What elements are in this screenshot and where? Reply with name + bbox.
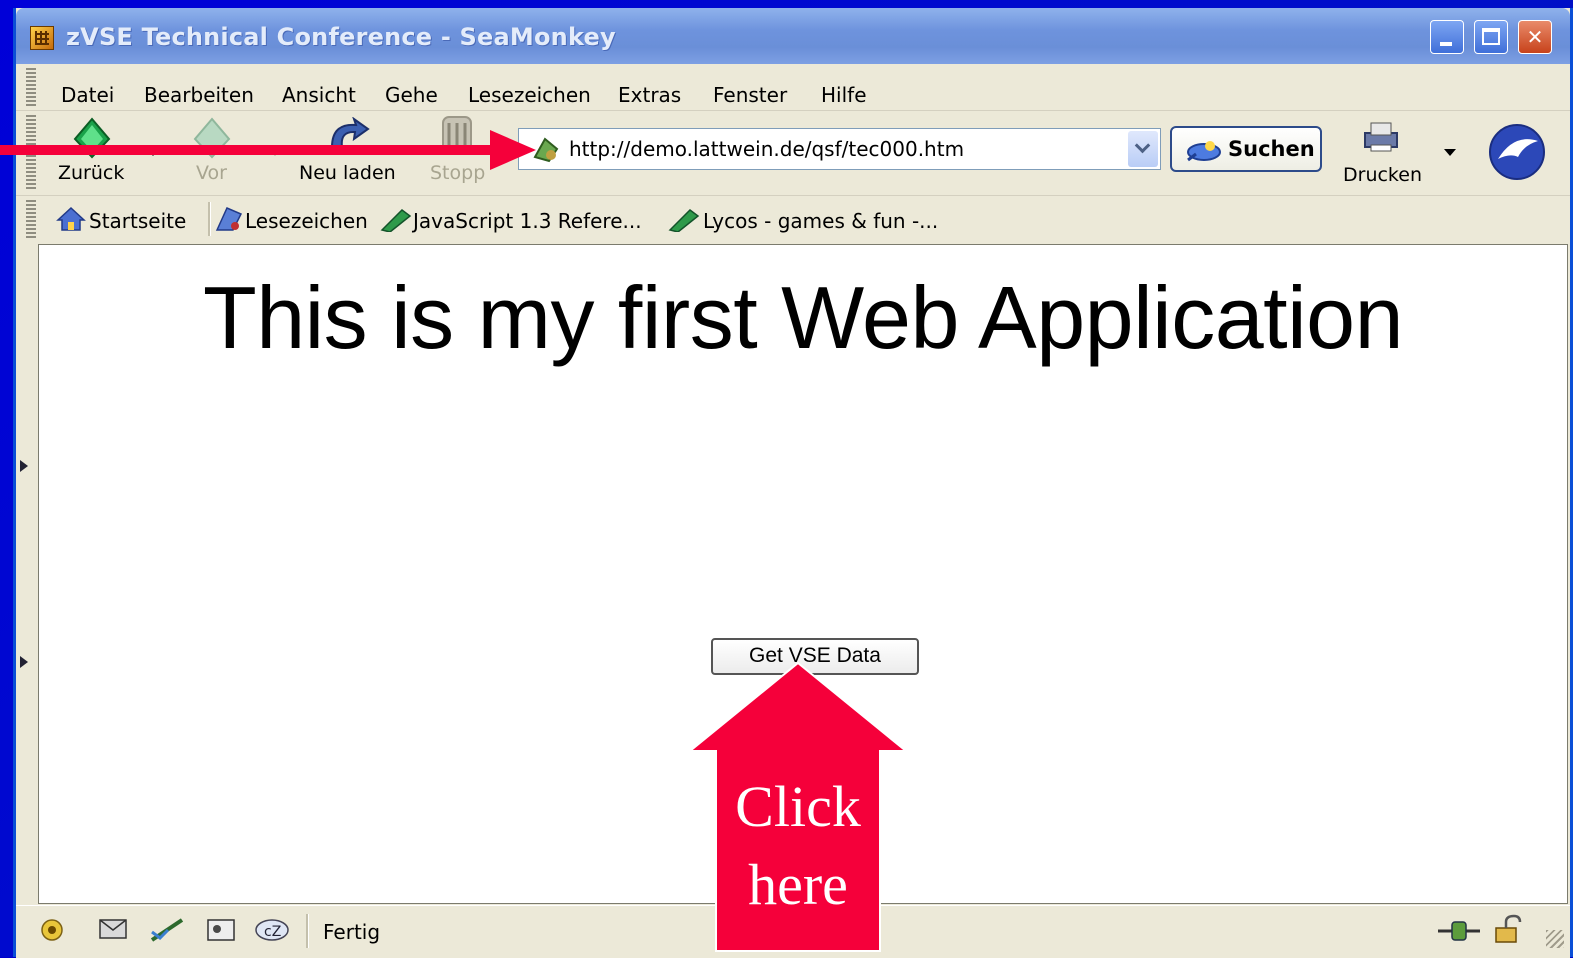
maximize-icon bbox=[1482, 28, 1500, 45]
minimize-icon bbox=[1440, 42, 1452, 46]
home-icon bbox=[56, 206, 86, 231]
bookmark-label: Lesezeichen bbox=[245, 209, 368, 233]
bookmark-link-icon bbox=[380, 209, 412, 232]
menu-lesezeichen[interactable]: Lesezeichen bbox=[468, 83, 591, 107]
bookmark-link-icon bbox=[668, 209, 700, 232]
menu-extras[interactable]: Extras bbox=[618, 83, 681, 107]
search-button[interactable]: Suchen bbox=[1170, 126, 1322, 172]
print-label: Drucken bbox=[1343, 164, 1422, 186]
seamonkey-throbber-icon[interactable] bbox=[1488, 123, 1548, 181]
maximize-button[interactable] bbox=[1474, 20, 1508, 54]
click-here-callout: Click here bbox=[705, 768, 891, 924]
menu-hilfe[interactable]: Hilfe bbox=[821, 83, 867, 107]
status-separator bbox=[306, 914, 309, 948]
close-button[interactable]: ✕ bbox=[1518, 20, 1552, 54]
bookmark-label: Lycos - games & fun -... bbox=[703, 209, 939, 233]
online-status-icon[interactable] bbox=[1436, 918, 1482, 944]
bookmarks-grip-icon[interactable] bbox=[26, 200, 36, 240]
menubar-grip-icon[interactable] bbox=[26, 68, 36, 106]
bookmark-label: JavaScript 1.3 Refere... bbox=[413, 209, 642, 233]
menu-gehe[interactable]: Gehe bbox=[385, 83, 438, 107]
bookmarks-folder-icon bbox=[215, 207, 243, 231]
close-icon: ✕ bbox=[1526, 25, 1544, 49]
navigator-icon[interactable] bbox=[34, 916, 70, 944]
bookmarks-separator bbox=[208, 202, 211, 236]
window-title: zVSE Technical Conference - SeaMonkey bbox=[66, 23, 616, 51]
search-icon bbox=[1187, 141, 1221, 162]
chatzilla-icon[interactable]: cZ bbox=[252, 916, 292, 944]
bookmark-label: Startseite bbox=[89, 209, 187, 233]
menu-datei[interactable]: Datei bbox=[61, 83, 114, 107]
menu-ansicht[interactable]: Ansicht bbox=[282, 83, 356, 107]
url-dropdown-icon[interactable] bbox=[1128, 131, 1158, 167]
callout-line-2: here bbox=[748, 852, 848, 917]
resize-grip-icon[interactable] bbox=[1546, 930, 1564, 948]
search-label: Suchen bbox=[1228, 137, 1315, 161]
callout-line-1: Click bbox=[735, 774, 861, 839]
minimize-button[interactable] bbox=[1430, 20, 1464, 54]
address-book-icon[interactable] bbox=[204, 916, 240, 944]
status-text: Fertig bbox=[323, 920, 381, 944]
bookmarks-toolbar: Startseite Lesezeichen JavaScript 1.3 Re… bbox=[16, 196, 1570, 244]
seamonkey-app-icon bbox=[30, 26, 54, 50]
slide-marker-icons bbox=[20, 460, 28, 668]
menu-fenster[interactable]: Fenster bbox=[713, 83, 787, 107]
url-input[interactable]: http://demo.lattwein.de/qsf/tec000.htm bbox=[518, 128, 1161, 170]
pointer-arrow-to-url-icon bbox=[0, 130, 536, 170]
svg-text:cZ: cZ bbox=[264, 924, 281, 940]
menu-bar: Datei Bearbeiten Ansicht Gehe Lesezeiche… bbox=[16, 64, 1570, 111]
mail-icon[interactable] bbox=[96, 916, 132, 944]
url-text: http://demo.lattwein.de/qsf/tec000.htm bbox=[569, 137, 965, 161]
composer-icon[interactable] bbox=[148, 916, 188, 944]
page-heading: This is my first Web Application bbox=[202, 268, 1404, 367]
print-dropdown-icon[interactable] bbox=[1444, 149, 1456, 156]
printer-icon bbox=[1364, 122, 1398, 152]
security-lock-icon[interactable] bbox=[1492, 914, 1522, 944]
title-bar[interactable]: zVSE Technical Conference - SeaMonkey ✕ bbox=[16, 8, 1570, 64]
menu-bearbeiten[interactable]: Bearbeiten bbox=[144, 83, 254, 107]
